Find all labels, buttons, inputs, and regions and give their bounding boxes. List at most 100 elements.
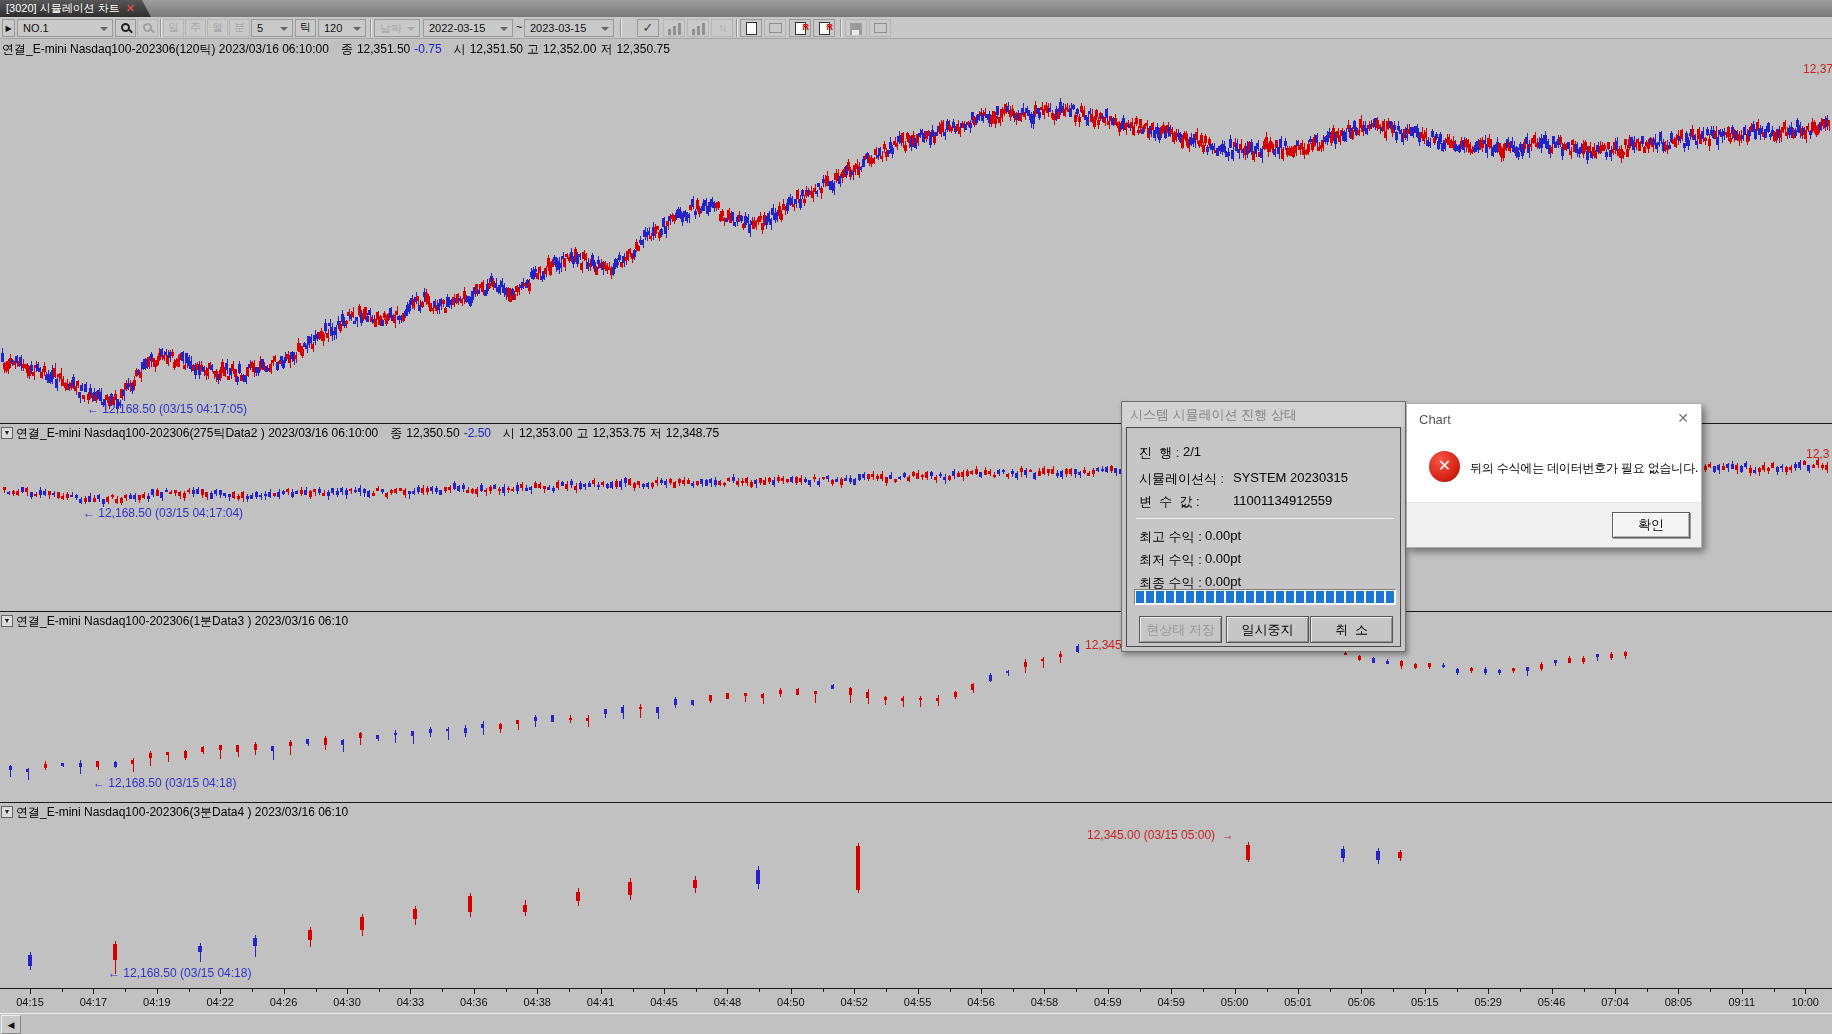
collapse-icon[interactable]: ▼: [1, 427, 13, 439]
updown-button[interactable]: ↑↓: [711, 19, 733, 37]
panel-divider: [0, 611, 1832, 612]
toolbar-separator: [840, 19, 842, 37]
chevron-down-icon: [601, 27, 609, 31]
right-arrow-icon: →: [1222, 828, 1234, 842]
tab-simulation-chart[interactable]: [3020] 시뮬레이션 차트✕: [0, 0, 151, 17]
period-button-2[interactable]: 월: [207, 19, 228, 37]
dialog-button-0[interactable]: 현상태 저장: [1139, 616, 1222, 643]
date-type-select[interactable]: 날짜: [374, 19, 420, 37]
date-type-value: 날짜: [380, 22, 402, 34]
time-label: 04:58: [1031, 996, 1059, 1008]
close-label: 종: [390, 426, 402, 440]
time-label: 05:00: [1221, 996, 1249, 1008]
low-value: 12,350.75: [616, 42, 669, 56]
time-label: 04:48: [714, 996, 742, 1008]
volume-button[interactable]: [687, 19, 709, 37]
row-label: 진 행 :: [1139, 445, 1179, 460]
close-label: 종: [341, 42, 353, 56]
bar-chart-icon: [668, 23, 681, 35]
time-label: 07:04: [1601, 996, 1629, 1008]
dialog-button-1[interactable]: 일시중지: [1226, 616, 1309, 643]
error-x-glyph: ✕: [1438, 457, 1451, 474]
save-button[interactable]: [845, 19, 867, 37]
scroll-left-button[interactable]: ◀: [1, 1015, 21, 1034]
error-message: 뒤의 수식에는 데이터번호가 필요 없습니다.: [1470, 460, 1698, 477]
tick-count-value: 120: [324, 22, 342, 34]
open-label: 시: [503, 426, 515, 440]
end-date-select[interactable]: 2023-03-15: [524, 19, 614, 37]
symbol-select[interactable]: NO.1: [17, 19, 113, 37]
time-label: 08:05: [1665, 996, 1693, 1008]
export-button[interactable]: [869, 19, 891, 37]
time-label: 04:41: [587, 996, 615, 1008]
search-button[interactable]: [115, 19, 136, 37]
time-label: 04:33: [397, 996, 425, 1008]
tick-button[interactable]: 틱: [295, 19, 316, 37]
profit-label: 최종 수익 :: [1139, 575, 1202, 590]
low-label: 저: [650, 426, 662, 440]
low-marker-annotation: ← 12,168.50 (03/15 04:18): [108, 966, 251, 980]
low-value: 12,348.75: [666, 426, 719, 440]
time-label: 04:50: [777, 996, 805, 1008]
new-chart-button[interactable]: [740, 19, 762, 37]
panel3-title: 연결_E-mini Nasdaq100-202306(1분Data3 ) 202…: [16, 614, 348, 628]
panel1-header: 연결_E-mini Nasdaq100-202306(120틱) 2023/03…: [0, 41, 1832, 58]
time-label: 05:15: [1411, 996, 1439, 1008]
profit-value: 0.00pt: [1205, 574, 1241, 589]
collapse-icon[interactable]: ▼: [1, 615, 13, 627]
error-icon: ✕: [1429, 451, 1460, 482]
search-minus-button[interactable]: [137, 19, 158, 37]
time-label: 04:52: [840, 996, 868, 1008]
chart-recalc-button[interactable]: R: [789, 19, 811, 37]
row-value: 11001134912559: [1233, 493, 1332, 508]
close-value: 12,351.50: [357, 42, 410, 56]
dialog-button-2[interactable]: 취 소: [1310, 616, 1393, 643]
dialog-title[interactable]: 시스템 시뮬레이션 진행 상태: [1122, 402, 1405, 427]
time-label: 04:55: [904, 996, 932, 1008]
toolbar-separator: [370, 19, 372, 37]
time-axis: 04:1504:1704:1904:2204:2604:3004:3304:36…: [0, 989, 1832, 1013]
left-arrow-icon: ◀: [8, 1020, 15, 1030]
change-value: -0.75: [414, 42, 441, 56]
dialog-footer: 확인: [1407, 502, 1701, 547]
indicator-button[interactable]: [663, 19, 685, 37]
copy-recalc-button[interactable]: R: [813, 19, 835, 37]
period-count-select[interactable]: 5: [251, 19, 293, 37]
time-label: 09:11: [1728, 996, 1755, 1008]
progress-row: 진 행 :2/1: [1139, 444, 1179, 462]
dialog-title[interactable]: Chart: [1419, 412, 1451, 427]
trendline-button[interactable]: ✓: [637, 19, 659, 37]
progress-fill: [1136, 591, 1394, 603]
time-label: 04:45: [650, 996, 678, 1008]
panel3-header: ▼ 연결_E-mini Nasdaq100-202306(1분Data3 ) 2…: [0, 613, 1832, 630]
price-marker: 12,37: [1803, 62, 1832, 76]
ok-button[interactable]: 확인: [1612, 512, 1690, 538]
period-button-0[interactable]: 일: [163, 19, 184, 37]
period-button-3[interactable]: 분: [229, 19, 250, 37]
high-value: 12,353.75: [592, 426, 645, 440]
tab-close-icon[interactable]: ✕: [126, 2, 135, 14]
collapse-icon[interactable]: ▼: [1, 806, 13, 818]
chevron-down-icon: [500, 27, 508, 31]
panel2-title: 연결_E-mini Nasdaq100-202306(275틱Data2 ) 2…: [16, 426, 378, 440]
period-button-1[interactable]: 주: [185, 19, 206, 37]
horizontal-scrollbar[interactable]: ◀: [0, 1013, 1832, 1034]
time-label: 05:06: [1348, 996, 1376, 1008]
start-date-select[interactable]: 2022-03-15: [423, 19, 513, 37]
close-icon[interactable]: ✕: [1677, 410, 1689, 426]
open-label: 시: [454, 42, 466, 56]
toolbar: ▶ NO.1 일주월분 5 틱 120 날짜 2022-03-15 ~ 2023…: [0, 17, 1832, 39]
separator: [1136, 518, 1394, 519]
screen-button[interactable]: [764, 19, 786, 37]
period-count-value: 5: [257, 22, 263, 34]
row-label: 시뮬레이션식 :: [1139, 471, 1224, 486]
start-date-value: 2022-03-15: [429, 22, 485, 34]
tick-count-select[interactable]: 120: [318, 19, 366, 37]
time-label: 04:59: [1157, 996, 1185, 1008]
row-value: 2/1: [1183, 444, 1201, 459]
row-value: SYSTEM 20230315: [1233, 470, 1348, 485]
nav-expand-button[interactable]: ▶: [2, 19, 15, 37]
toolbar-separator: [620, 19, 622, 37]
chevron-down-icon: [407, 27, 415, 31]
r-badge: R: [803, 20, 810, 35]
